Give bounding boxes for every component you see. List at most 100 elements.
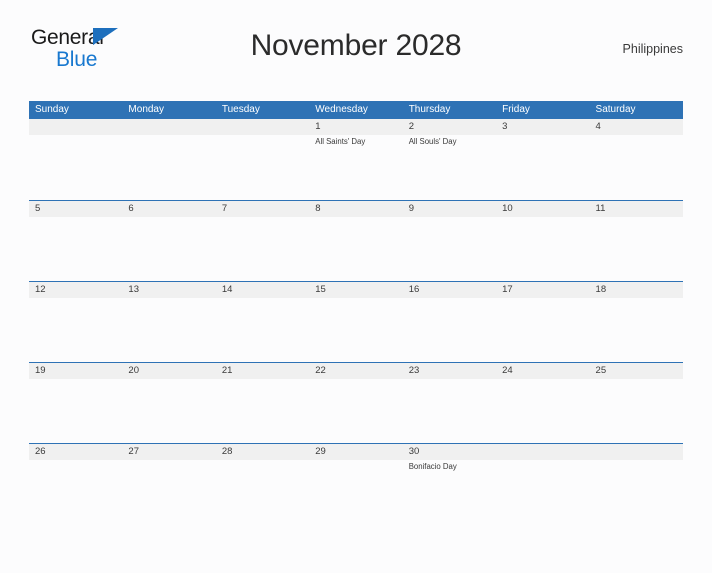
calendar-day-cell[interactable]: 19 [29, 363, 122, 443]
page-title: November 2028 [250, 29, 462, 62]
day-number: 6 [128, 203, 134, 214]
day-events: Bonifacio Day [409, 460, 496, 472]
calendar-week-row: 1 All Saints' Day 2 All Souls' Day 3 4 [29, 119, 683, 200]
calendar-day-cell[interactable]: 20 [122, 363, 215, 443]
calendar-day-cell[interactable]: 30 Bonifacio Day [403, 444, 496, 524]
day-number: 30 [408, 446, 420, 457]
calendar-week-row: 5 6 7 8 9 10 11 [29, 200, 683, 281]
calendar-page: General Blue November 2028 Philippines S… [0, 23, 712, 573]
day-events [502, 298, 589, 300]
calendar-day-cell[interactable]: 17 [496, 282, 589, 362]
day-number: 25 [595, 365, 607, 376]
calendar-day-cell[interactable]: 23 [403, 363, 496, 443]
day-events [35, 217, 122, 219]
day-events [596, 298, 683, 300]
week-cells: 26 27 28 29 30 Bonifacio Day [29, 444, 683, 524]
day-events [596, 135, 683, 137]
day-number: 13 [128, 284, 139, 295]
weekday-header-saturday: Saturday [595, 104, 636, 115]
day-events [128, 460, 215, 462]
day-number: 3 [502, 121, 508, 132]
calendar-day-cell[interactable]: 14 [216, 282, 309, 362]
day-events [315, 217, 402, 219]
calendar-day-cell[interactable]: 7 [216, 201, 309, 281]
day-number: 23 [408, 365, 420, 376]
day-number: 12 [35, 284, 46, 295]
calendar-day-cell[interactable]: 9 [403, 201, 496, 281]
day-number: 27 [128, 446, 139, 457]
day-number: 21 [221, 365, 233, 376]
day-events [35, 460, 122, 462]
calendar-day-cell[interactable]: 15 [309, 282, 402, 362]
day-number: 5 [35, 203, 41, 214]
day-events [409, 217, 496, 219]
calendar-day-cell[interactable]: 13 [122, 282, 215, 362]
calendar-day-cell[interactable]: 16 [403, 282, 496, 362]
day-number: 26 [35, 446, 46, 457]
day-number: 10 [502, 203, 513, 214]
day-number: 17 [502, 284, 513, 295]
weekday-header-tuesday: Tuesday [221, 104, 260, 115]
day-number: 2 [408, 121, 414, 132]
calendar-day-cell[interactable]: 8 [309, 201, 402, 281]
weekday-header-thursday: Thursday [408, 104, 451, 115]
calendar-day-cell[interactable]: 11 [590, 201, 683, 281]
calendar-day-cell[interactable]: 28 [216, 444, 309, 524]
day-events [128, 217, 215, 219]
calendar-day-cell[interactable]: 3 [496, 119, 589, 200]
calendar-day-cell[interactable]: 4 [590, 119, 683, 200]
day-number: 15 [315, 284, 326, 295]
calendar-day-cell[interactable]: 12 [29, 282, 122, 362]
calendar-week-row: 26 27 28 29 30 Bonifacio Day [29, 443, 683, 524]
weekday-header-row: Sunday Monday Tuesday Wednesday Thursday Frid… [29, 101, 683, 119]
holiday-event-label: Bonifacio Day [408, 462, 457, 471]
holiday-event-label: All Saints' Day [315, 137, 366, 146]
day-events [502, 135, 589, 137]
calendar-day-cell[interactable]: 26 [29, 444, 122, 524]
calendar-day-cell[interactable]: 29 [309, 444, 402, 524]
calendar-day-cell[interactable]: 6 [122, 201, 215, 281]
calendar-day-cell[interactable]: 10 [496, 201, 589, 281]
day-number: 28 [221, 446, 233, 457]
calendar-day-cell[interactable]: 25 [590, 363, 683, 443]
day-events [596, 460, 683, 462]
day-events [502, 460, 589, 462]
day-number: 4 [595, 121, 601, 132]
day-number: 8 [315, 203, 321, 214]
page-header: General Blue November 2028 Philippines [29, 23, 683, 73]
calendar-day-cell[interactable]: 5 [29, 201, 122, 281]
day-events [315, 460, 402, 462]
calendar-day-cell[interactable]: 24 [496, 363, 589, 443]
day-events [128, 298, 215, 300]
calendar-day-cell[interactable]: 27 [122, 444, 215, 524]
weekday-header-monday: Monday [128, 104, 164, 115]
day-number: 11 [595, 203, 606, 214]
day-events: All Saints' Day [315, 135, 402, 147]
weekday-header-friday: Friday [502, 104, 530, 115]
day-events [315, 298, 402, 300]
day-events [35, 379, 122, 381]
day-events [502, 217, 589, 219]
day-events [315, 379, 402, 381]
calendar-day-cell-empty [590, 444, 683, 524]
week-cells: 1 All Saints' Day 2 All Souls' Day 3 4 [29, 119, 683, 200]
holiday-event-label: All Souls' Day [408, 137, 457, 146]
calendar-day-cell-empty [496, 444, 589, 524]
week-cells: 5 6 7 8 9 10 11 [29, 201, 683, 281]
calendar-day-cell[interactable]: 2 All Souls' Day [403, 119, 496, 200]
calendar-grid: Sunday Monday Tuesday Wednesday Thursday Frid… [29, 101, 683, 524]
day-events [222, 298, 309, 300]
calendar-weeks: 1 All Saints' Day 2 All Souls' Day 3 4 5 6 7 8 9 10… [29, 119, 683, 524]
calendar-day-cell[interactable]: 21 [216, 363, 309, 443]
day-events [409, 379, 496, 381]
calendar-day-cell[interactable]: 18 [590, 282, 683, 362]
calendar-day-cell[interactable]: 22 [309, 363, 402, 443]
day-events [222, 379, 309, 381]
day-events [222, 135, 309, 137]
calendar-day-cell-empty [29, 119, 122, 200]
day-number: 24 [502, 365, 513, 376]
day-events [128, 379, 215, 381]
day-events: All Souls' Day [409, 135, 496, 147]
day-number: 1 [315, 121, 321, 132]
calendar-day-cell[interactable]: 1 All Saints' Day [309, 119, 402, 200]
